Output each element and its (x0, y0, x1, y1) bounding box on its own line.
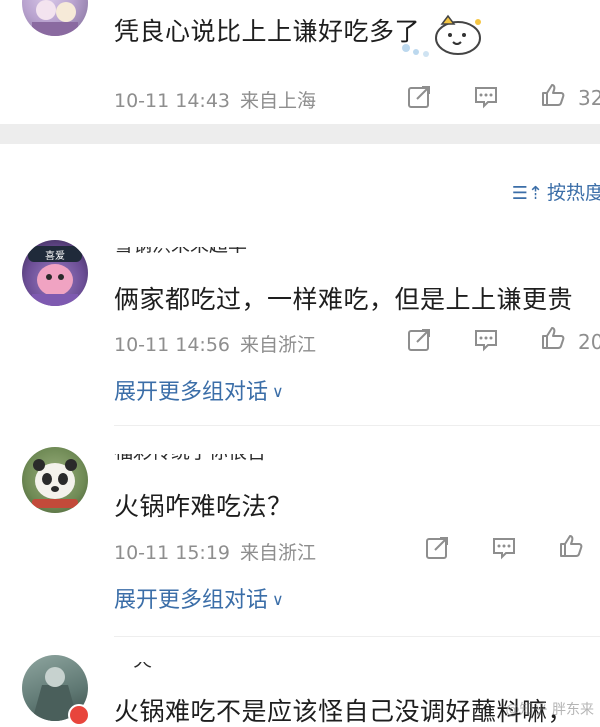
comment-meta: 10-11 14:56 来自浙江 (114, 330, 316, 357)
comment-text: 俩家都吃过，一样难吃，但是上上谦更贵 (114, 285, 574, 314)
username[interactable]: 福彩传统了你很吉 (114, 454, 266, 466)
avatar-cartoon-icon: 喜爱 (28, 246, 82, 306)
expand-conversation-link[interactable]: 展开更多组对话 ∨ (114, 374, 284, 406)
comment-date: 10-11 15:19 (114, 542, 231, 564)
comment-page: 凭良心说比上上谦好吃多了 10-11 14:43 来自上海 32 ☰⇡ 按热度 … (0, 0, 600, 727)
like-count: 32 (578, 86, 600, 110)
sort-icon: ☰⇡ (511, 183, 543, 204)
chevron-down-icon: ∨ (272, 590, 284, 609)
comment-divider (114, 636, 600, 637)
like-button[interactable] (540, 325, 566, 351)
comment-button[interactable] (473, 84, 499, 110)
comment-date: 10-11 14:56 (114, 334, 231, 356)
sort-label: 按热度 (546, 182, 600, 204)
avatar[interactable]: 喜爱 (22, 240, 88, 306)
comment-meta: 10-11 14:43 来自上海 (114, 86, 316, 113)
comment-location: 来自上海 (240, 90, 317, 112)
comment-text: 火锅咋难吃法？ (114, 492, 293, 521)
sort-by-hot-button[interactable]: ☰⇡ 按热度 (512, 178, 600, 205)
like-count: 20 (578, 330, 600, 354)
expand-conversation-link[interactable]: 展开更多组对话 ∨ (114, 582, 284, 614)
comment-icon (493, 538, 515, 560)
comment-text: 火锅难吃不是应该怪自己没调好蘸料嘛， (114, 697, 574, 726)
comment-icon (475, 330, 497, 352)
thumb-up-icon (542, 84, 565, 106)
avatar-illustration-icon (32, 0, 78, 36)
share-icon (426, 537, 448, 559)
section-divider (0, 124, 600, 144)
comment-location: 来自浙江 (240, 334, 317, 356)
like-button[interactable] (540, 82, 566, 108)
comment-location: 来自浙江 (240, 542, 317, 564)
comment-text: 凭良心说比上上谦好吃多了 (114, 17, 421, 46)
share-button[interactable] (406, 327, 432, 353)
thumb-up-icon (560, 535, 583, 557)
like-button[interactable] (558, 533, 584, 559)
username[interactable]: 雪钢洪末未超率 (114, 247, 247, 259)
expand-label: 展开更多组对话 (114, 380, 269, 405)
share-button[interactable] (406, 84, 432, 110)
cute-bear-sticker-icon (398, 2, 490, 60)
verified-badge-icon (68, 704, 90, 726)
comment-date: 10-11 14:43 (114, 90, 231, 112)
username[interactable]: —火— (114, 662, 171, 674)
thumb-up-icon (542, 327, 565, 349)
share-button[interactable] (424, 535, 450, 561)
expand-label: 展开更多组对话 (114, 588, 269, 613)
svg-text:喜爱: 喜爱 (45, 249, 65, 262)
watermark: @知乎 胖东来 (505, 702, 594, 718)
chevron-down-icon: ∨ (272, 382, 284, 401)
comment-divider (114, 425, 600, 426)
comment-button[interactable] (473, 327, 499, 353)
comment-icon (475, 87, 497, 109)
avatar[interactable] (22, 447, 88, 513)
panda-avatar-icon (32, 459, 78, 508)
comment-button[interactable] (491, 535, 517, 561)
avatar[interactable] (22, 0, 88, 36)
comment-meta: 10-11 15:19 来自浙江 (114, 538, 316, 565)
share-icon (408, 86, 430, 108)
share-icon (408, 329, 430, 351)
